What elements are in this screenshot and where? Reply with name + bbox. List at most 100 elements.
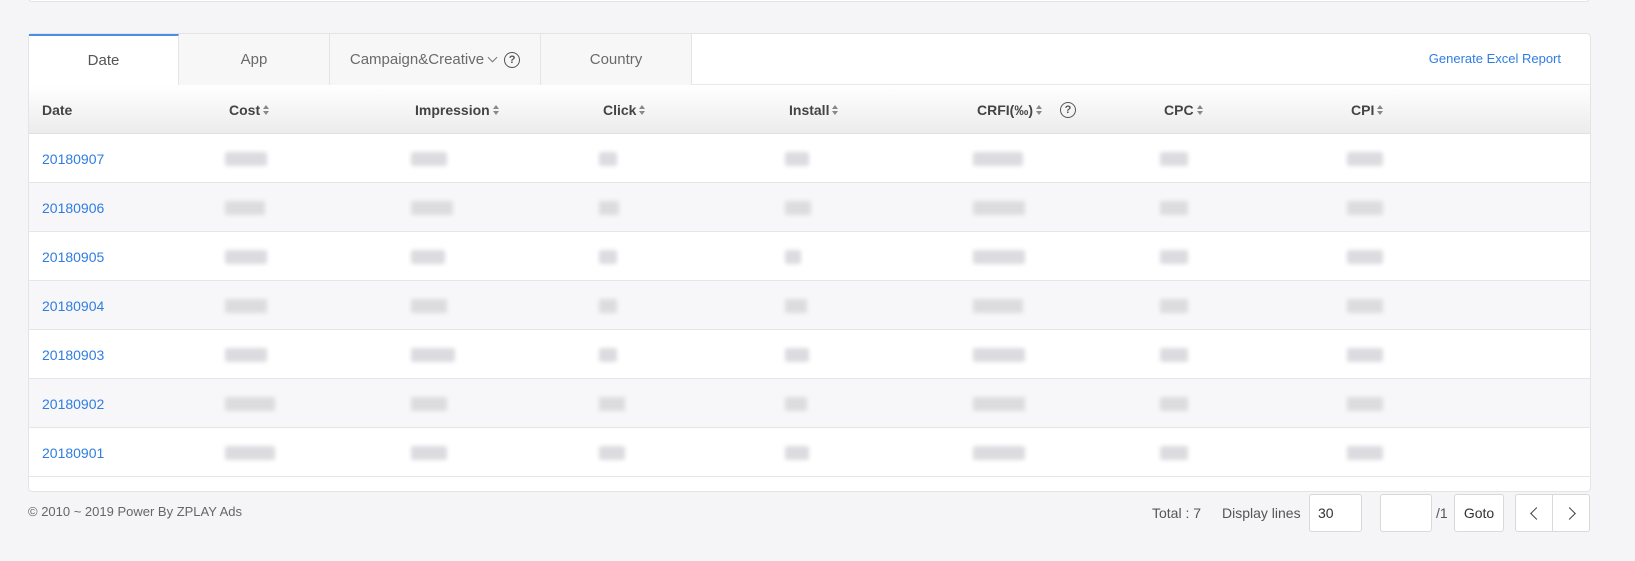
redacted-value <box>1160 232 1188 281</box>
page-number-input[interactable] <box>1380 494 1432 532</box>
redacted-block <box>225 396 275 411</box>
col-impression-header[interactable]: Impression <box>415 85 499 134</box>
redacted-block <box>1347 347 1383 362</box>
next-page-button[interactable] <box>1552 494 1590 532</box>
redacted-block <box>1347 249 1383 264</box>
copyright-text: © 2010 ~ 2019 Power By ZPLAY Ads <box>28 504 242 519</box>
redacted-block <box>1160 445 1188 460</box>
date-link[interactable]: 20180906 <box>42 200 104 216</box>
redacted-block <box>1160 151 1188 166</box>
date-cell: 20180905 <box>42 232 104 281</box>
redacted-value <box>973 232 1025 281</box>
redacted-block <box>785 200 811 215</box>
date-cell: 20180902 <box>42 379 104 428</box>
chevron-left-icon <box>1529 506 1543 520</box>
date-link[interactable]: 20180902 <box>42 396 104 412</box>
tab-label: App <box>240 51 268 68</box>
redacted-block <box>1347 298 1383 313</box>
redacted-value <box>225 428 275 477</box>
redacted-block <box>225 445 275 460</box>
col-cpi-header[interactable]: CPI <box>1351 85 1384 134</box>
redacted-value <box>785 281 807 330</box>
redacted-value <box>599 183 619 232</box>
redacted-block <box>1347 445 1383 460</box>
redacted-value <box>1347 232 1383 281</box>
tab-app[interactable]: App <box>179 34 330 85</box>
table-row: 20180906 <box>29 183 1590 232</box>
redacted-block <box>599 200 619 215</box>
date-link[interactable]: 20180903 <box>42 347 104 363</box>
redacted-value <box>225 134 267 183</box>
table-row: 20180902 <box>29 379 1590 428</box>
redacted-value <box>411 281 447 330</box>
tab-label: Country <box>589 51 643 68</box>
redacted-block <box>599 347 617 362</box>
tab-country[interactable]: Country <box>541 34 692 85</box>
col-cpc-header[interactable]: CPC <box>1164 85 1203 134</box>
generate-excel-report-link[interactable]: Generate Excel Report <box>1429 51 1561 66</box>
tab-label: Campaign&Creative <box>349 51 485 68</box>
col-click-header[interactable]: Click <box>603 85 646 134</box>
redacted-block <box>411 396 447 411</box>
redacted-value <box>785 232 801 281</box>
redacted-value <box>785 183 811 232</box>
redacted-block <box>411 151 447 166</box>
sort-icon[interactable] <box>1377 104 1384 115</box>
display-lines-input[interactable]: 30 <box>1309 494 1362 532</box>
chevron-right-icon <box>1562 506 1576 520</box>
redacted-block <box>411 445 447 460</box>
redacted-value <box>973 281 1023 330</box>
prev-page-button[interactable] <box>1515 494 1553 532</box>
redacted-block <box>785 151 809 166</box>
redacted-value <box>599 379 625 428</box>
redacted-block <box>1160 200 1188 215</box>
goto-button[interactable]: Goto <box>1454 494 1504 532</box>
redacted-block <box>785 298 807 313</box>
sort-icon[interactable] <box>1036 104 1042 115</box>
redacted-block <box>599 396 625 411</box>
help-icon[interactable]: ? <box>1060 101 1076 118</box>
column-label: Click <box>603 101 637 118</box>
date-link[interactable]: 20180905 <box>42 249 104 265</box>
redacted-block <box>1347 151 1383 166</box>
col-crfi-header[interactable]: CRFI(‰)? <box>977 85 1076 134</box>
redacted-block <box>225 298 267 313</box>
redacted-value <box>599 232 617 281</box>
date-link[interactable]: 20180904 <box>42 298 104 314</box>
date-link[interactable]: 20180901 <box>42 445 104 461</box>
redacted-block <box>225 151 267 166</box>
redacted-block <box>225 249 267 264</box>
sort-icon[interactable] <box>832 104 839 115</box>
redacted-block <box>1347 396 1383 411</box>
redacted-value <box>1347 428 1383 477</box>
redacted-value <box>599 428 625 477</box>
redacted-value <box>973 330 1025 379</box>
column-label: CPC <box>1164 101 1194 118</box>
sort-icon[interactable] <box>492 104 499 115</box>
redacted-value <box>1160 183 1188 232</box>
tab-date[interactable]: Date <box>29 34 179 85</box>
date-cell: 20180901 <box>42 428 104 477</box>
redacted-value <box>1160 428 1188 477</box>
col-install-header[interactable]: Install <box>789 85 839 134</box>
col-cost-header[interactable]: Cost <box>229 85 270 134</box>
redacted-value <box>1347 379 1383 428</box>
date-link[interactable]: 20180907 <box>42 151 104 167</box>
date-cell: 20180904 <box>42 281 104 330</box>
redacted-block <box>785 347 809 362</box>
tab-campaign-creative[interactable]: Campaign&Creative ? <box>330 34 541 85</box>
redacted-block <box>973 445 1025 460</box>
redacted-block <box>411 200 453 215</box>
redacted-value <box>1347 134 1383 183</box>
sort-icon[interactable] <box>263 104 270 115</box>
redacted-value <box>225 232 267 281</box>
sort-icon[interactable] <box>639 104 646 115</box>
redacted-block <box>411 298 447 313</box>
help-icon[interactable]: ? <box>504 51 521 68</box>
redacted-block <box>225 347 267 362</box>
chevron-down-icon <box>487 52 498 63</box>
sort-icon[interactable] <box>1196 104 1203 115</box>
redacted-block <box>973 151 1023 166</box>
column-label: Install <box>789 101 830 118</box>
redacted-value <box>973 379 1025 428</box>
